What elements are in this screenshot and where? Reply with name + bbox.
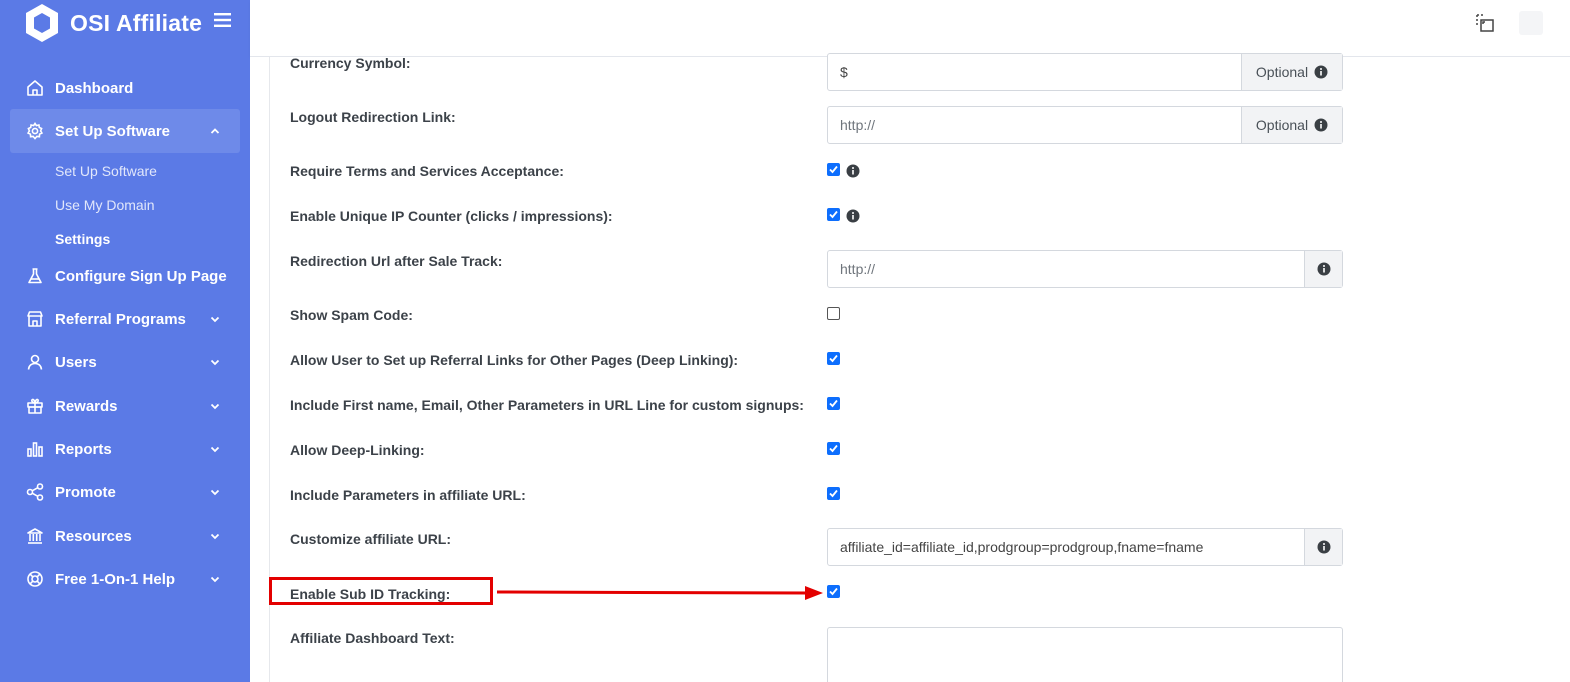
label-include-first-name: Include First name, Email, Other Paramet… bbox=[290, 397, 804, 413]
sidebar-item-label: Rewards bbox=[55, 397, 118, 415]
chevron-down-icon bbox=[210, 446, 220, 453]
brand-name: OSI Affiliate bbox=[70, 9, 203, 36]
info-icon[interactable] bbox=[846, 209, 860, 223]
sidebar-item-set-up-software[interactable]: Set Up Software bbox=[10, 109, 240, 153]
sub-item-use-my-domain[interactable]: Use My Domain bbox=[55, 197, 155, 213]
sidebar-item-promote[interactable]: Promote bbox=[10, 470, 240, 514]
info-icon[interactable] bbox=[846, 164, 860, 178]
deep-link-other-pages-checkbox[interactable] bbox=[827, 352, 840, 365]
optional-label: Optional bbox=[1255, 64, 1309, 80]
sub-id-tracking-checkbox[interactable] bbox=[827, 585, 840, 598]
user-icon bbox=[27, 354, 43, 370]
bank-icon bbox=[27, 528, 43, 544]
optional-label: Optional bbox=[1255, 117, 1309, 133]
info-addon bbox=[1304, 529, 1342, 565]
info-icon[interactable] bbox=[1314, 118, 1328, 132]
sidebar-item-reports[interactable]: Reports bbox=[10, 427, 240, 471]
customize-url-input[interactable] bbox=[828, 529, 1304, 565]
sidebar-item-resources[interactable]: Resources bbox=[10, 514, 240, 558]
sidebar-item-configure-sign-up-page[interactable]: Configure Sign Up Page bbox=[10, 254, 240, 298]
currency-symbol-input[interactable] bbox=[828, 54, 1241, 90]
avatar[interactable] bbox=[1519, 11, 1543, 35]
sub-item-set-up-software[interactable]: Set Up Software bbox=[55, 163, 157, 179]
include-params-checkbox[interactable] bbox=[827, 487, 840, 500]
label-unique-ip-counter: Enable Unique IP Counter (clicks / impre… bbox=[290, 208, 613, 224]
sidebar-item-label: Free 1-On-1 Help bbox=[55, 570, 176, 588]
info-icon[interactable] bbox=[1317, 540, 1331, 554]
sidebar-item-label: Promote bbox=[55, 483, 116, 501]
customize-url-group bbox=[827, 528, 1343, 566]
label-currency-symbol: Currency Symbol: bbox=[290, 55, 411, 71]
label-redirect-after-sale: Redirection Url after Sale Track: bbox=[290, 253, 503, 269]
sidebar-item-label: Resources bbox=[55, 527, 132, 545]
label-show-spam-code: Show Spam Code: bbox=[290, 307, 413, 323]
annotation-arrow bbox=[497, 586, 823, 600]
lifebuoy-icon bbox=[27, 571, 43, 587]
label-allow-deep-linking: Allow Deep-Linking: bbox=[290, 442, 425, 458]
chevron-up-icon bbox=[210, 128, 220, 134]
info-addon bbox=[1304, 251, 1342, 287]
annotation-highlight-box bbox=[269, 577, 493, 605]
logout-redirect-input[interactable] bbox=[828, 107, 1241, 143]
optional-addon: Optional bbox=[1241, 107, 1342, 143]
logout-redirect-group: Optional bbox=[827, 106, 1343, 144]
sidebar: OSI Affiliate Dashboard Set Up Software … bbox=[0, 0, 250, 682]
show-spam-code-checkbox[interactable] bbox=[827, 307, 840, 320]
label-deep-link-other-pages: Allow User to Set up Referral Links for … bbox=[290, 352, 739, 368]
label-include-params: Include Parameters in affiliate URL: bbox=[290, 487, 526, 503]
affiliate-dashboard-text-area[interactable] bbox=[827, 627, 1343, 682]
topbar bbox=[250, 0, 1570, 57]
require-terms-checkbox[interactable] bbox=[827, 163, 840, 176]
sidebar-item-label: Configure Sign Up Page bbox=[55, 267, 227, 285]
gift-icon bbox=[27, 398, 43, 414]
sidebar-item-label: Set Up Software bbox=[55, 122, 171, 140]
include-first-name-checkbox[interactable] bbox=[827, 397, 840, 410]
optional-addon: Optional bbox=[1241, 54, 1342, 90]
sub-item-settings[interactable]: Settings bbox=[55, 231, 110, 247]
label-customize-affiliate-url: Customize affiliate URL: bbox=[290, 531, 452, 547]
sidebar-item-rewards[interactable]: Rewards bbox=[10, 384, 240, 428]
share-icon bbox=[26, 483, 44, 501]
hexagon-logo-icon bbox=[26, 4, 58, 42]
brand[interactable]: OSI Affiliate bbox=[24, 3, 202, 43]
sidebar-item-label: Reports bbox=[55, 440, 112, 458]
sidebar-item-referral-programs[interactable]: Referral Programs bbox=[10, 297, 240, 341]
chevron-down-icon bbox=[210, 359, 220, 366]
hamburger-icon[interactable] bbox=[214, 13, 231, 27]
gear-icon bbox=[26, 122, 44, 140]
allow-deep-linking-checkbox[interactable] bbox=[827, 442, 840, 455]
redirect-after-sale-group bbox=[827, 250, 1343, 288]
store-icon bbox=[27, 311, 43, 327]
sidebar-item-free-help[interactable]: Free 1-On-1 Help bbox=[10, 557, 240, 601]
unique-ip-checkbox[interactable] bbox=[827, 208, 840, 221]
chevron-down-icon bbox=[210, 403, 220, 410]
sidebar-item-label: Referral Programs bbox=[55, 310, 186, 328]
sidebar-item-label: Users bbox=[55, 353, 97, 371]
label-logout-redirection-link: Logout Redirection Link: bbox=[290, 109, 456, 125]
label-affiliate-dashboard-text: Affiliate Dashboard Text: bbox=[290, 630, 455, 646]
sidebar-item-label: Dashboard bbox=[55, 79, 134, 97]
redirect-after-sale-input[interactable] bbox=[828, 251, 1304, 287]
bar-chart-icon bbox=[27, 442, 43, 457]
sidebar-item-dashboard[interactable]: Dashboard bbox=[10, 66, 240, 110]
fullscreen-icon[interactable] bbox=[1475, 13, 1495, 33]
info-icon[interactable] bbox=[1317, 262, 1331, 276]
flask-icon bbox=[28, 268, 42, 284]
currency-symbol-group: Optional bbox=[827, 53, 1343, 91]
chevron-down-icon bbox=[210, 533, 220, 540]
chevron-down-icon bbox=[210, 576, 220, 583]
info-icon[interactable] bbox=[1314, 65, 1328, 79]
chevron-down-icon bbox=[210, 316, 220, 323]
chevron-down-icon bbox=[210, 489, 220, 496]
home-icon bbox=[27, 80, 43, 96]
label-require-terms: Require Terms and Services Acceptance: bbox=[290, 163, 564, 179]
sidebar-item-users[interactable]: Users bbox=[10, 340, 240, 384]
